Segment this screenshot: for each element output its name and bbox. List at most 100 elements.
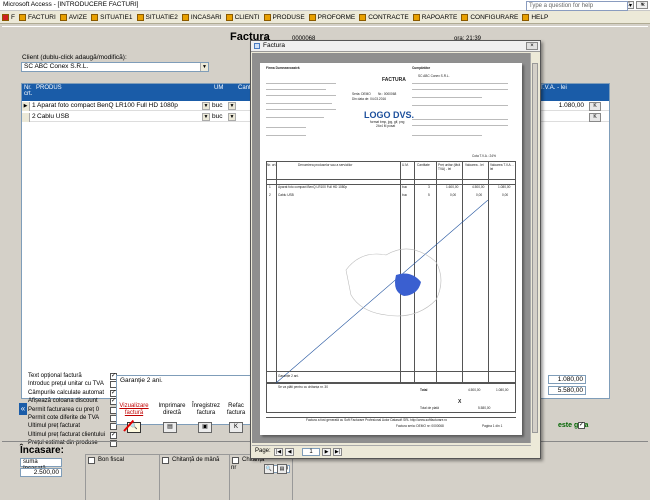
row-selector[interactable] [22,113,30,122]
help-icon [522,13,530,21]
doc-row-pu: 1.600,00 [446,185,459,189]
option-row: Ultimul preț facturat [28,423,117,431]
menu-label: SITUATIE2 [145,13,178,21]
watermark-map-icon [276,200,488,383]
row-selector-icon[interactable]: ▶ [22,102,30,111]
este-gata-checkbox[interactable]: ✓ [578,422,585,429]
magnifier-icon[interactable]: 🔍 [264,464,274,474]
menu-configurare[interactable]: CONFIGURARE [460,12,521,23]
imprimare-button[interactable]: Imprimare directă [154,403,190,417]
menu-label: HELP [531,13,549,21]
situatie2-icon [136,13,144,21]
sum-label: suma încasată [20,458,62,472]
option-label: Afișează coloana discount [28,398,98,405]
doc-th-nr: Nr. crt. [267,163,277,167]
row-produs[interactable]: Cablu USB [37,113,69,120]
refac-button[interactable]: Refac factura [224,403,248,417]
delete-row-icon[interactable]: K [589,113,601,122]
doc-row-name: Cablu USB [278,193,294,197]
total-tva-field: 1.080,00 [548,375,586,384]
doc-garantie: Garanție 2 ani. [278,374,299,378]
doc-row-val: 4.500,00 [472,185,485,189]
menu-avize[interactable]: AVIZE [59,12,90,23]
doc-row-cant: 3 [428,185,430,189]
chevron-down-icon[interactable]: ▼ [228,113,236,121]
menu-situatie2[interactable]: SITUATIE2 [136,12,181,23]
option-row: Permit cote diferite de TVA [28,414,117,423]
first-page-icon[interactable]: |◀ [274,448,283,456]
last-page-icon[interactable]: ▶| [333,448,342,456]
doc-row-pu: 0,00 [450,193,457,197]
option-checkbox[interactable]: ✓ [110,431,117,439]
doc-footer-page: Pagina 1 din 1 [482,424,503,428]
option-label: Ultimul preț facturat clientului [28,431,106,438]
chevron-down-icon[interactable]: ▼ [200,63,208,71]
save-icon[interactable]: ▣ [198,422,212,433]
menu-rapoarte[interactable]: RAPOARTE [412,12,461,23]
option-row: Permit facturarea cu preț 0 [28,406,117,415]
undo-icon[interactable]: K [229,422,243,433]
printer-icon[interactable]: ▤ [277,464,287,474]
menu-contracte[interactable]: CONTRACTE [358,12,411,23]
menu-situatie1[interactable]: SITUATIE1 [90,12,135,23]
menu-label: RAPOARTE [421,13,458,21]
preview-area[interactable]: Firma Dumneavoastră Cumpărător SC ABC Co… [252,53,531,443]
menu-label: CONFIGURARE [470,13,519,21]
document-icon [254,43,260,49]
help-search-input[interactable]: Type a question for help [526,1,628,11]
cumparator-name: SC ABC Conex S.R.L. [418,74,450,78]
menu-f[interactable]: F [1,12,18,23]
bon-fiscal-box: Bon fiscal [85,454,161,500]
doc-th-um: U.M. [402,163,409,167]
doc-footer: Factura a fost generată cu Soft Facturar… [306,418,448,422]
close-icon[interactable]: × [638,1,648,11]
col-nr: Nr. crt. [24,85,33,97]
doc-row-tva: 1.080,00 [498,185,511,189]
client-select[interactable]: SC ABC Conex S.R.L. ▼ [21,62,209,72]
page-number-input[interactable]: 1 [302,448,320,456]
bon-fiscal-checkbox[interactable] [88,457,95,464]
optional-text-field[interactable]: Garanție 2 ani. [116,375,252,425]
chevron-down-icon[interactable]: ▾ [629,1,636,11]
chevron-left-icon[interactable]: « [19,403,27,415]
vizualizare-button[interactable]: Vizualizare factură [116,403,152,417]
row-um[interactable]: buc [212,113,222,120]
menu-produse[interactable]: PRODUSE [263,12,308,23]
doc-th-name: Denumirea produselor sau a serviciilor [298,163,353,167]
menu-label: CONTRACTE [368,13,409,21]
sum-value-field[interactable]: 2.500,00 [20,468,62,477]
client-label: Client (dublu-click adaugă/modifică): [22,54,127,61]
chevron-down-icon[interactable]: ▼ [202,113,210,121]
doc-row-nr: 2 [269,193,271,197]
printer-icon[interactable]: ▤ [163,422,177,433]
next-page-icon[interactable]: ▶ [322,448,331,456]
option-row: Ultimul preț facturat clientului ✓ [28,431,117,440]
prev-page-icon[interactable]: ◀ [285,448,294,456]
chitanta-checkbox[interactable] [232,457,239,464]
delete-row-icon[interactable]: K [589,102,601,111]
chevron-down-icon[interactable]: ▼ [228,102,236,110]
menu-help[interactable]: HELP [521,12,551,23]
menu-incasari[interactable]: INCASARI [181,12,225,23]
col-um: UM [214,85,224,91]
preview-scrollbar[interactable] [530,53,539,443]
menu-proforme[interactable]: PROFORME [308,12,359,23]
doc-row-nr: 1 [269,185,271,189]
doc-th-val: Valoarea - lei [465,163,484,167]
row-produs[interactable]: Aparat foto compact BenQ LR100 Full HD 1… [37,102,178,109]
col-tva: T.V.A. - lei [540,85,567,91]
row-nr: 1 [32,102,36,109]
option-row: Introduc prețul unitar cu TVA [28,381,117,389]
row-um[interactable]: buc [212,102,222,109]
menu-clienti[interactable]: CLIENTI [225,12,263,23]
doc-nota1: Se va plăti pentru cu chitanța nr. 30 [278,385,328,389]
menu-label: PROFORME [317,13,356,21]
chevron-down-icon[interactable]: ▼ [202,102,210,110]
menu-facturi[interactable]: FACTURI [18,12,59,23]
option-row: Afișează coloana discount ✓ [28,398,117,406]
inregistrez-button[interactable]: Înregistrez factura [188,403,224,417]
option-label: Câmpurile calculate automat [28,389,105,396]
close-icon[interactable]: × [526,42,538,50]
chitanta-mana-checkbox[interactable] [162,457,169,464]
option-label: Permit cote diferite de TVA [28,414,100,421]
